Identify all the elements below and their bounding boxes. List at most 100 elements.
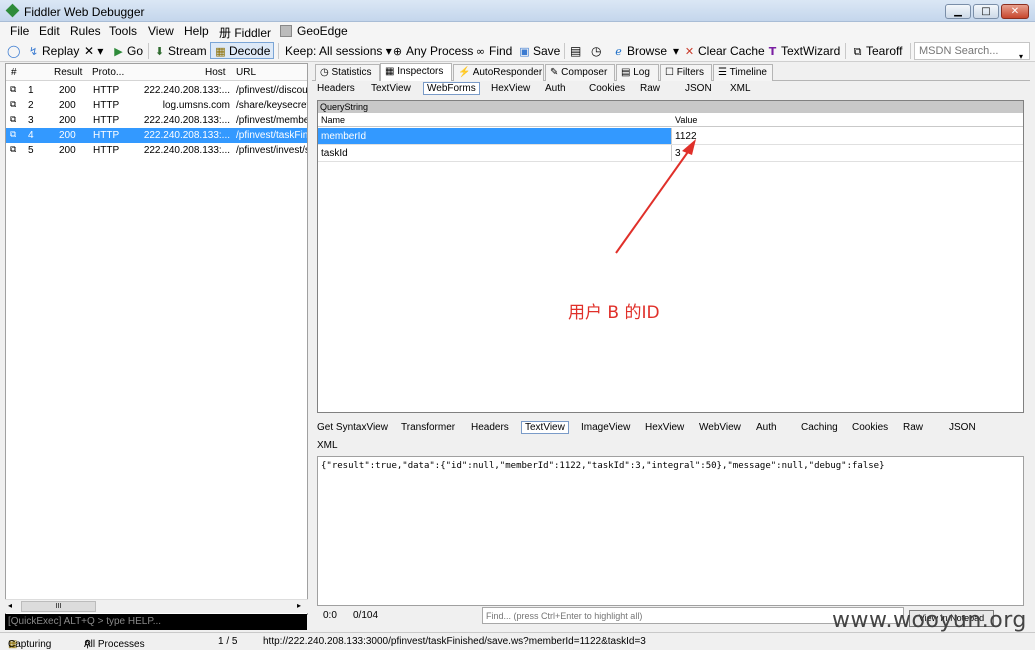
resp-tab-transformer[interactable]: Transformer — [401, 422, 455, 433]
column-protocol[interactable]: Proto... — [92, 67, 124, 78]
tearoff-button[interactable]: ⧉ Tearoff — [851, 43, 903, 60]
column-number[interactable]: # — [11, 67, 17, 78]
browse-button[interactable]: ℯ Browse — [612, 43, 667, 60]
sessions-header: # Result Proto... Host URL — [6, 64, 307, 81]
stream-icon: ⬇ — [154, 45, 165, 58]
scroll-left-icon[interactable]: ◂ — [8, 601, 12, 610]
session-id: 3 — [28, 115, 34, 126]
menu-fiddler[interactable]: 册 Fiddler — [219, 24, 271, 41]
timer-icon[interactable]: ◷ — [591, 43, 601, 60]
menu-geoedge[interactable]: GeoEdge — [297, 24, 348, 38]
toolbar-separator — [845, 43, 846, 59]
menu-edit[interactable]: Edit — [39, 24, 60, 38]
req-tab-json[interactable]: JSON — [685, 83, 712, 94]
session-result: 200 — [59, 85, 76, 96]
table-row[interactable]: ⧉ 5 200 HTTP 222.240.208.133:... /pfinvest/in… — [6, 143, 307, 158]
session-id: 1 — [28, 85, 34, 96]
session-icon: ⧉ — [10, 115, 17, 125]
response-body[interactable]: {"result":true,"data":{"id":null,"member… — [317, 456, 1024, 606]
session-icon: ⧉ — [10, 100, 17, 110]
session-icon: ⧉ — [10, 145, 17, 155]
scroll-thumb[interactable]: III — [21, 601, 96, 612]
any-process-button[interactable]: ⊕ Any Process — [391, 43, 473, 60]
ie-icon: ℯ — [615, 45, 622, 58]
toolbar-separator — [278, 43, 279, 59]
table-row[interactable]: ⧉ 2 200 HTTP log.umsns.com/share/keysecret — [6, 98, 307, 113]
stream-button[interactable]: ⬇ Stream — [153, 43, 207, 60]
menu-bar: File Edit Rules Tools View Help 册 Fiddle… — [0, 22, 1035, 41]
req-tab-xml[interactable]: XML — [730, 83, 751, 94]
req-tab-textview[interactable]: TextView — [371, 83, 411, 94]
tab-filters[interactable]: ☐ Filters — [660, 64, 712, 81]
replay-button[interactable]: ↯ Replay — [27, 43, 79, 60]
tab-autoresponder[interactable]: ⚡ AutoResponder — [453, 64, 544, 81]
session-id: 5 — [28, 145, 34, 156]
req-tab-cookies[interactable]: Cookies — [589, 83, 625, 94]
go-button[interactable]: ▶ Go — [112, 43, 143, 60]
sessions-horizontal-scrollbar[interactable]: ◂ III ▸ — [5, 599, 308, 613]
maximize-button[interactable]: □ — [973, 4, 999, 19]
req-tab-auth[interactable]: Auth — [545, 83, 566, 94]
resp-tab-auth[interactable]: Auth — [756, 422, 777, 433]
table-row[interactable]: ⧉ 4 200 HTTP 222.240.208.133:... /pfinvest/ta… — [6, 128, 307, 143]
session-host: 222.240.208.133:... — [143, 115, 230, 126]
find-button[interactable]: ∞ Find — [474, 43, 512, 60]
remove-button[interactable]: ✕ ▾ — [84, 43, 103, 60]
table-row[interactable]: ⧉ 1 200 HTTP 222.240.208.133:... /pfinvest//d… — [6, 83, 307, 98]
response-tabs: Get SyntaxView Transformer Headers TextV… — [312, 418, 1030, 454]
keep-sessions-dropdown[interactable]: Keep: All sessions ▾ — [285, 43, 392, 60]
req-tab-headers[interactable]: Headers — [317, 83, 355, 94]
textwizard-button[interactable]: T TextWizard — [766, 43, 841, 60]
session-proto: HTTP — [93, 85, 120, 96]
msdn-search-input[interactable] — [914, 42, 1030, 60]
table-row[interactable]: ⧉ 3 200 HTTP 222.240.208.133:... /pfinvest/me… — [6, 113, 307, 128]
request-tabs: Headers TextView WebForms HexView Auth C… — [312, 81, 1030, 98]
resp-tab-xml[interactable]: XML — [317, 440, 338, 451]
tab-inspectors[interactable]: ▦ Inspectors — [380, 63, 452, 81]
req-tab-raw[interactable]: Raw — [640, 83, 660, 94]
binoculars-icon: ∞ — [475, 45, 486, 58]
menu-file[interactable]: File — [10, 24, 29, 38]
resp-tab-syntaxview[interactable]: Get SyntaxView — [317, 422, 388, 433]
comment-icon[interactable]: ◯ — [7, 43, 20, 60]
close-button[interactable]: ✕ — [1001, 4, 1029, 19]
char-count: 0/104 — [353, 610, 379, 621]
tab-timeline[interactable]: ☰ Timeline — [713, 64, 773, 81]
screenshot-icon[interactable]: ▤ — [570, 43, 581, 60]
menu-help[interactable]: Help — [184, 24, 209, 38]
resp-tab-headers[interactable]: Headers — [471, 422, 509, 433]
session-icon: ⧉ — [10, 85, 17, 95]
req-tab-hexview[interactable]: HexView — [491, 83, 530, 94]
session-id: 4 — [28, 130, 34, 141]
save-button[interactable]: ▣ Save — [518, 43, 560, 60]
tab-log[interactable]: ▤ Log — [616, 64, 659, 81]
browse-dropdown-icon[interactable]: ▾ — [673, 43, 679, 60]
resp-tab-hexview[interactable]: HexView — [645, 422, 684, 433]
resp-tab-cookies[interactable]: Cookies — [852, 422, 888, 433]
menu-rules[interactable]: Rules — [70, 24, 101, 38]
session-proto: HTTP — [93, 130, 120, 141]
tearoff-icon: ⧉ — [853, 45, 862, 58]
selected-url: http://222.240.208.133:3000/pfinvest/tas… — [263, 636, 646, 647]
decode-button[interactable]: ▦ Decode — [210, 42, 275, 59]
menu-view[interactable]: View — [148, 24, 174, 38]
scroll-right-icon[interactable]: ▸ — [297, 601, 301, 610]
resp-tab-imageview[interactable]: ImageView — [581, 422, 630, 433]
resp-tab-caching[interactable]: Caching — [801, 422, 838, 433]
clear-cache-button[interactable]: ✕ Clear Cache — [683, 43, 765, 60]
resp-tab-webview[interactable]: WebView — [699, 422, 741, 433]
column-url[interactable]: URL — [236, 67, 256, 78]
quickexec-input[interactable]: [QuickExec] ALT+Q > type HELP... — [5, 614, 307, 630]
minimize-button[interactable]: ▁ — [945, 4, 971, 19]
resp-tab-json[interactable]: JSON — [949, 422, 976, 433]
column-result[interactable]: Result — [54, 67, 82, 78]
column-host[interactable]: Host — [205, 67, 226, 78]
tab-composer[interactable]: ✎ Composer — [545, 64, 615, 81]
resp-tab-textview[interactable]: TextView — [521, 421, 569, 434]
top-tabs: ◷ Statistics ▦ Inspectors ⚡ AutoResponde… — [312, 63, 1030, 81]
toolbar-separator — [910, 43, 911, 59]
resp-tab-raw[interactable]: Raw — [903, 422, 923, 433]
tab-statistics[interactable]: ◷ Statistics — [315, 64, 380, 81]
menu-tools[interactable]: Tools — [109, 24, 137, 38]
req-tab-webforms[interactable]: WebForms — [423, 82, 480, 95]
